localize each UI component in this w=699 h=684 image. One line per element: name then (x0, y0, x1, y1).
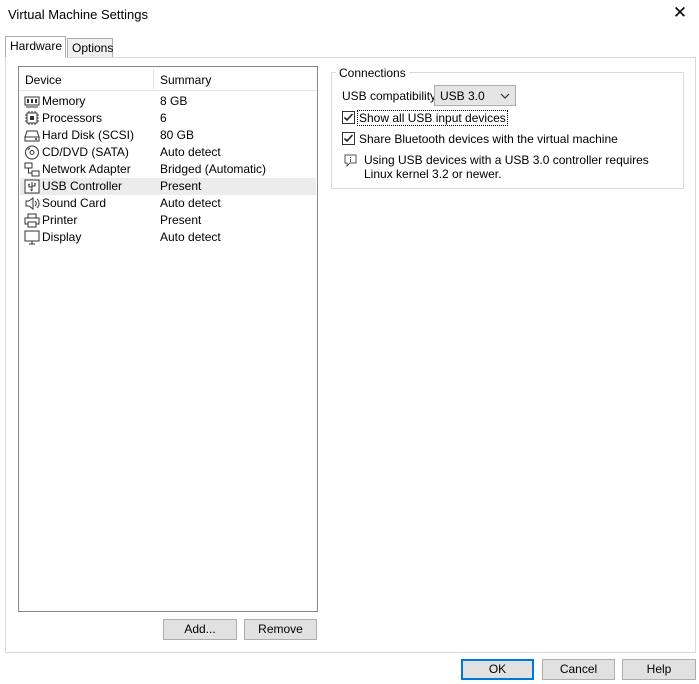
device-row-hard-disk[interactable]: Hard Disk (SCSI) 80 GB (20, 127, 316, 144)
device-name: Memory (42, 94, 86, 108)
share-bluetooth-checkbox[interactable] (342, 132, 355, 145)
device-row-sound-card[interactable]: Sound Card Auto detect (20, 195, 316, 212)
device-row-cd-dvd[interactable]: CD/DVD (SATA) Auto detect (20, 144, 316, 161)
device-summary: Bridged (Automatic) (160, 162, 267, 176)
chevron-down-icon (500, 93, 510, 99)
ok-button[interactable]: OK (461, 659, 534, 680)
window-title: Virtual Machine Settings (8, 7, 148, 22)
info-icon (344, 154, 357, 167)
processor-icon (25, 111, 39, 125)
device-summary: Present (160, 213, 202, 227)
device-summary: Auto detect (160, 196, 221, 210)
show-all-usb-label[interactable]: Show all USB input devices (357, 110, 508, 126)
show-all-usb-checkbox[interactable] (342, 111, 355, 124)
device-name: Processors (42, 111, 103, 125)
device-name: Sound Card (42, 196, 107, 210)
device-summary: Present (160, 179, 202, 193)
device-name: Display (42, 230, 82, 244)
checkmark-icon (343, 113, 354, 122)
network-adapter-icon (24, 162, 40, 177)
device-summary: Auto detect (160, 230, 221, 244)
usb-compatibility-label: USB compatibility: (342, 89, 440, 103)
device-row-usb-controller[interactable]: USB Controller Present (20, 178, 316, 195)
checkmark-icon (343, 134, 354, 143)
title-bar: Virtual Machine Settings ✕ (0, 0, 699, 30)
column-header-summary[interactable]: Summary (160, 73, 211, 87)
device-list[interactable]: Device Summary Memory 8 GB Processors 6 … (18, 66, 318, 612)
close-icon[interactable]: ✕ (671, 3, 689, 23)
printer-icon (24, 213, 40, 228)
cancel-button[interactable]: Cancel (542, 659, 615, 680)
device-name: Hard Disk (SCSI) (42, 128, 135, 142)
device-summary: 8 GB (160, 94, 188, 108)
device-name: USB Controller (42, 179, 123, 193)
device-row-memory[interactable]: Memory 8 GB (20, 93, 316, 110)
device-row-processors[interactable]: Processors 6 (20, 110, 316, 127)
help-button[interactable]: Help (622, 659, 696, 680)
device-row-network-adapter[interactable]: Network Adapter Bridged (Automatic) (20, 161, 316, 178)
monitor-icon (24, 230, 40, 245)
usb-info-text: Using USB devices with a USB 3.0 control… (364, 153, 649, 181)
device-name: Network Adapter (42, 162, 131, 176)
device-summary: Auto detect (160, 145, 221, 159)
device-summary: 6 (160, 111, 167, 125)
device-row-printer[interactable]: Printer Present (20, 212, 316, 229)
remove-device-button[interactable]: Remove (244, 619, 317, 640)
cd-dvd-icon (25, 145, 39, 160)
memory-icon (24, 96, 40, 108)
tab-options[interactable]: Options (67, 38, 113, 58)
connections-group-title: Connections (336, 66, 409, 80)
add-device-button[interactable]: Add... (163, 619, 237, 640)
speaker-icon (25, 197, 40, 210)
usb-icon (24, 179, 40, 194)
device-name: Printer (42, 213, 78, 227)
column-header-device[interactable]: Device (25, 73, 62, 87)
list-header: Device Summary (19, 67, 317, 91)
device-row-display[interactable]: Display Auto detect (20, 229, 316, 246)
usb-compatibility-value: USB 3.0 (440, 89, 485, 103)
column-separator[interactable] (153, 69, 154, 89)
usb-compatibility-select[interactable]: USB 3.0 (434, 85, 516, 106)
share-bluetooth-label[interactable]: Share Bluetooth devices with the virtual… (359, 132, 618, 146)
device-summary: 80 GB (160, 128, 195, 142)
tab-hardware[interactable]: Hardware (5, 36, 66, 58)
hard-disk-icon (24, 130, 40, 142)
device-name: CD/DVD (SATA) (42, 145, 129, 159)
